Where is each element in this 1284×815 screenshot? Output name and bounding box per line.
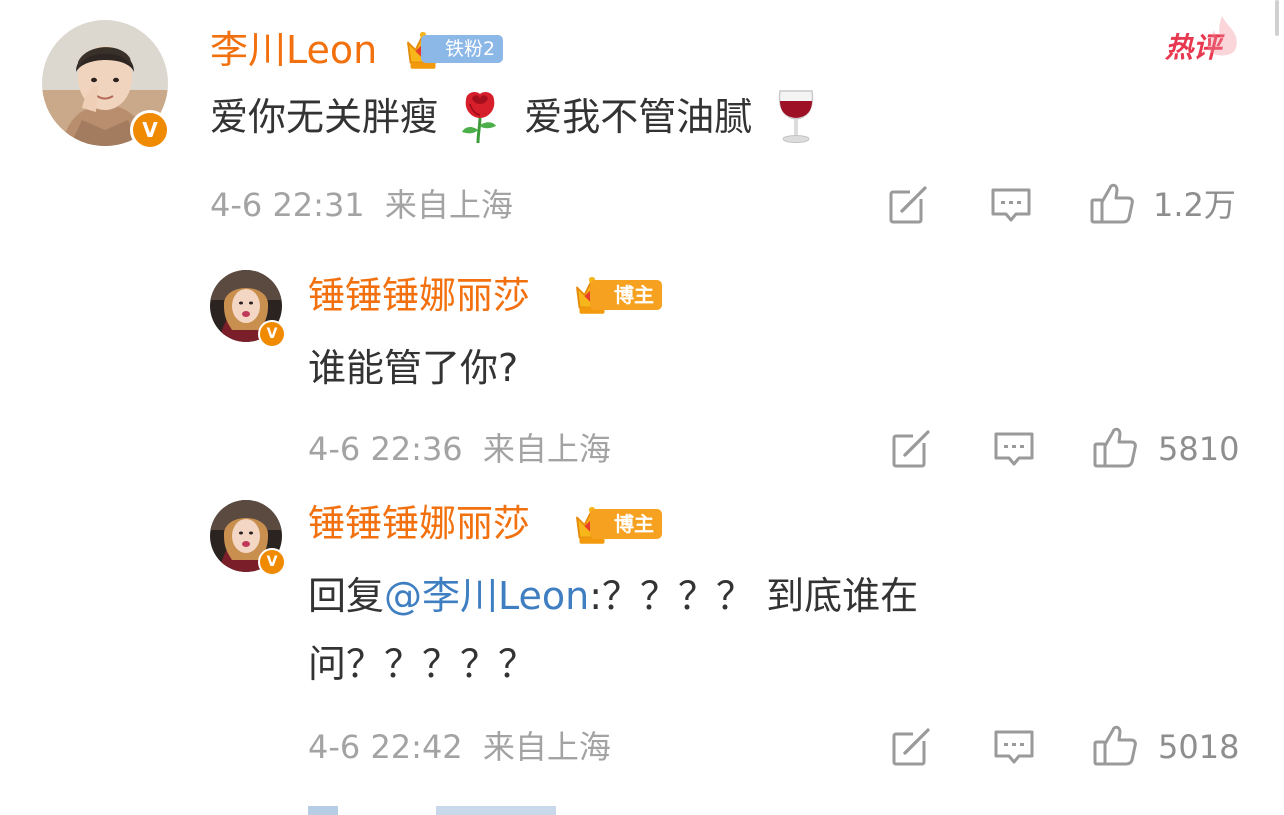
- hot-flame-icon: [1207, 16, 1237, 56]
- reply-text-line1: :？？？？ 到底谁在: [589, 574, 919, 618]
- comment-text: 爱你无关胖瘦 爱我不管油腻: [210, 89, 818, 145]
- location: 来自上海: [482, 728, 611, 766]
- timestamp: 4-6 22:42: [308, 728, 463, 766]
- reply-text-continued: 问？？？？？: [308, 642, 537, 686]
- like-icon[interactable]: [1093, 426, 1139, 470]
- verified-badge-icon: V: [130, 110, 170, 150]
- reply-meta: 4-6 22:42 来自上海: [308, 728, 611, 766]
- reply-author-name[interactable]: 锤锤锤娜丽莎: [308, 502, 530, 546]
- fan-level-badge[interactable]: 铁粉2: [421, 35, 504, 63]
- scrollbar[interactable]: [1275, 0, 1279, 36]
- share-icon[interactable]: [888, 185, 930, 225]
- comment-author-name[interactable]: 李川Leon: [210, 28, 377, 72]
- like-icon[interactable]: [1090, 182, 1136, 226]
- verified-badge-icon: V: [258, 320, 286, 348]
- share-icon[interactable]: [891, 429, 933, 469]
- comment-text-part2: 爱我不管油腻: [524, 95, 753, 139]
- like-count: 5810: [1158, 430, 1240, 468]
- share-icon[interactable]: [891, 727, 933, 767]
- reply-icon[interactable]: [993, 728, 1035, 766]
- verified-badge-icon: V: [258, 548, 286, 576]
- location: 来自上海: [482, 430, 611, 468]
- next-reply-cutoff: [308, 806, 578, 815]
- reply-text: 回复@李川Leon:？？？？ 到底谁在: [308, 572, 918, 620]
- host-badge: 博主: [590, 280, 662, 310]
- timestamp: 4-6 22:36: [308, 430, 463, 468]
- reply-author-name[interactable]: 锤锤锤娜丽莎: [308, 274, 530, 318]
- like-count: 5018: [1158, 728, 1240, 766]
- reply-meta: 4-6 22:36 来自上海: [308, 430, 611, 468]
- reply-icon[interactable]: [990, 186, 1032, 224]
- rose-icon: [462, 91, 497, 143]
- reply-icon[interactable]: [993, 430, 1035, 468]
- host-badge: 博主: [590, 509, 662, 539]
- location: 来自上海: [384, 186, 513, 224]
- reply-text: 谁能管了你?: [308, 346, 519, 390]
- reply-prefix: 回复: [308, 574, 385, 618]
- like-count: 1.2万: [1153, 186, 1236, 224]
- like-icon[interactable]: [1093, 724, 1139, 768]
- timestamp: 4-6 22:31: [210, 186, 365, 224]
- mention-link[interactable]: @李川Leon: [384, 574, 589, 618]
- comment-meta: 4-6 22:31 来自上海: [210, 186, 513, 224]
- comment-text-part1: 爱你无关胖瘦: [210, 95, 439, 139]
- wine-glass-icon: [779, 89, 814, 143]
